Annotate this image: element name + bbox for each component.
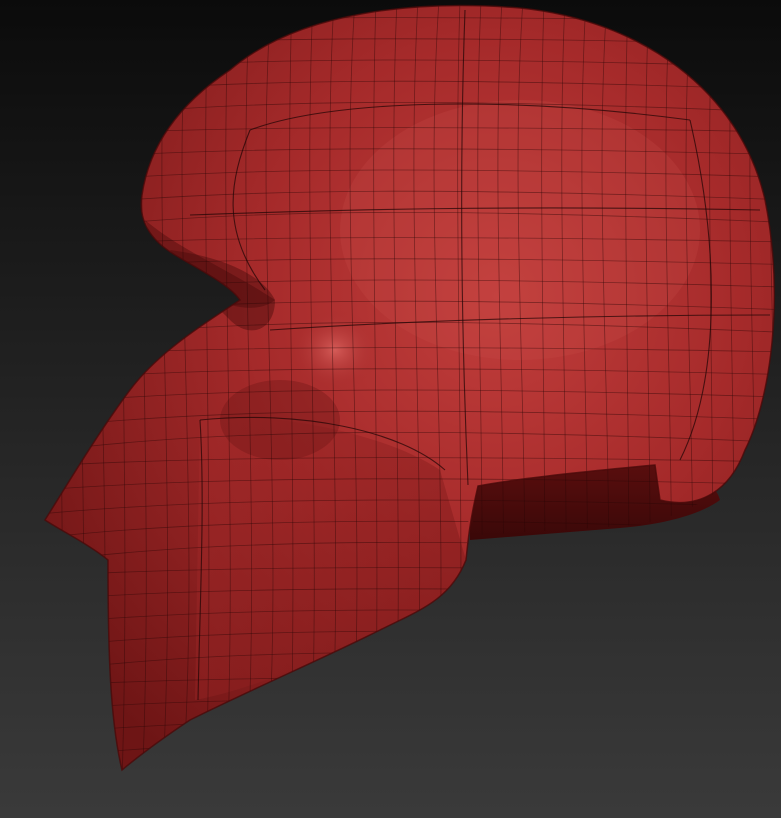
sculpt-model-render[interactable] — [0, 0, 781, 818]
wire-edge — [37, 0, 41, 818]
3d-viewport-canvas[interactable] — [0, 0, 781, 818]
wire-edge — [56, 5, 63, 770]
cheekbone-highlight — [290, 310, 380, 390]
head-mesh-surface[interactable] — [45, 5, 775, 770]
wire-edge — [95, 5, 106, 770]
wire-edge — [76, 5, 85, 770]
wire-edge — [767, 5, 775, 770]
